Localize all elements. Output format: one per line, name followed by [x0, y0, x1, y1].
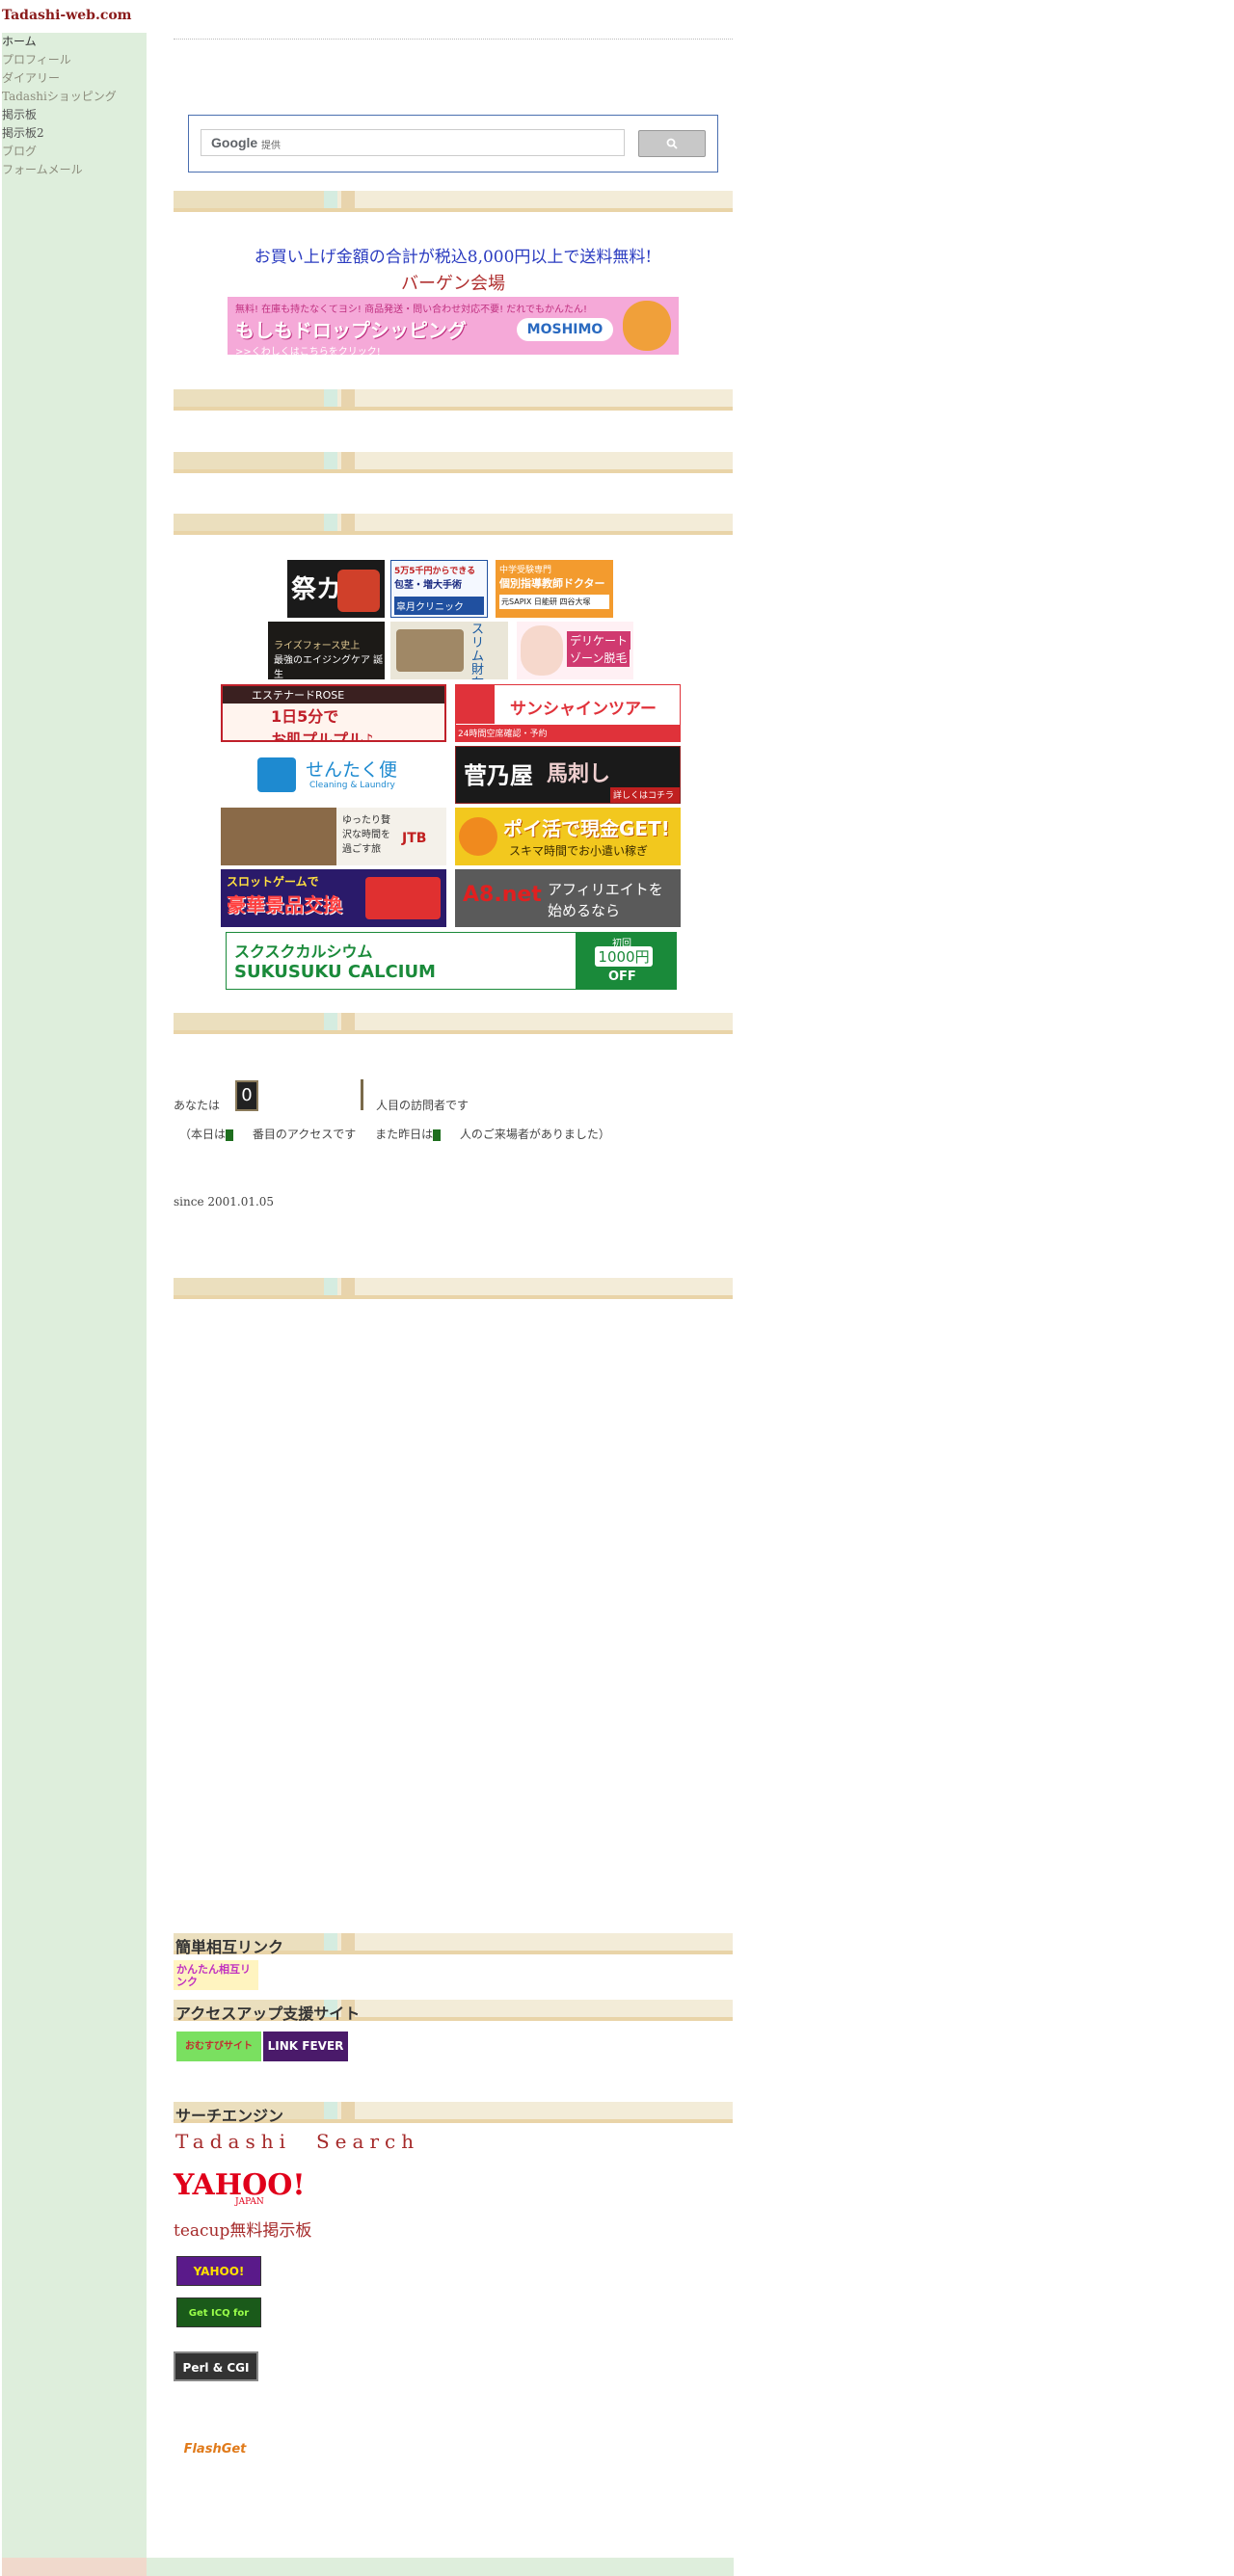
- google-logo: Google: [211, 135, 258, 150]
- shirt-icon: [257, 757, 296, 792]
- nav-item-diary[interactable]: ダイアリー: [2, 69, 147, 88]
- link-fever-badge[interactable]: LINK FEVER: [263, 2032, 348, 2061]
- moshimo-logo: MOSHIMO: [517, 318, 613, 341]
- search-engine-header: サーチエンジン: [174, 2102, 733, 2125]
- search-input[interactable]: Google 提供: [201, 129, 625, 156]
- nav-item-formmail[interactable]: フォームメール: [2, 161, 147, 179]
- visitor-counter: 0: [235, 1080, 258, 1111]
- today-count-line: （本日は 番目のアクセスです また昨日は 人のご来場者がありました）: [179, 1128, 610, 1141]
- satsuki-clinic-banner[interactable]: 5万5千円からできる 包茎・増大手術 皐月クリニック: [390, 560, 488, 618]
- free-shipping-notice: お買い上げ金額の合計が税込8,000円以上で送料無料!: [254, 248, 653, 267]
- access-up-header: アクセスアップ支援サイト: [174, 2000, 733, 2023]
- section-band: [174, 1278, 733, 1299]
- nav-item-shopping[interactable]: Tadashiショッピング: [2, 88, 147, 106]
- yesterday-counter: [433, 1129, 442, 1141]
- section-band: [174, 191, 733, 212]
- slim-wallet-banner[interactable]: スリム財布: [390, 622, 508, 679]
- sukusuku-calcium-banner[interactable]: スクスクカルシウム SUKUSUKU CALCIUM 初回 1000円 OFF: [226, 932, 677, 990]
- nav-item-profile[interactable]: プロフィール: [2, 51, 147, 69]
- omusubi-badge[interactable]: おむすびサイト: [176, 2032, 261, 2061]
- main-footer: [147, 2558, 734, 2576]
- today-counter: [226, 1129, 234, 1141]
- perl-cgi-badge[interactable]: Perl & CGI: [174, 2351, 258, 2381]
- a8-net-banner[interactable]: A8.net アフィリエイトを 始めるなら: [455, 869, 681, 927]
- tadashi-search-link[interactable]: Tadashi Search: [175, 2126, 419, 2154]
- counter-prefix: あなたは: [174, 1099, 221, 1112]
- teacup-bbs-link[interactable]: teacup無料掲示板: [174, 2217, 311, 2241]
- delicate-zone-banner[interactable]: デリケート ゾーン脱毛: [517, 622, 633, 679]
- section-band: [174, 1013, 733, 1034]
- section-band: [174, 514, 733, 535]
- search-icon: [666, 138, 678, 149]
- kantan-link-badge[interactable]: かんたん相互リンク: [174, 1960, 258, 1990]
- nav-item-home[interactable]: ホーム: [2, 33, 147, 51]
- mutual-links-header: 簡単相互リンク: [174, 1933, 733, 1956]
- kani-banner[interactable]: 祭カニ: [287, 560, 385, 618]
- since-date: since 2001.01.05: [174, 1195, 275, 1208]
- counter-end-bar: [361, 1079, 363, 1110]
- section-band: [174, 389, 733, 411]
- poikatsu-banner[interactable]: ポイ活で現金GET! スキマ時間でお小遣い稼ぎ: [455, 808, 681, 865]
- flashget-badge[interactable]: FlashGet: [176, 2435, 254, 2464]
- nav-item-bbs[interactable]: 掲示板: [2, 106, 147, 124]
- nav-item-bbs2[interactable]: 掲示板2: [2, 124, 147, 143]
- sidebar-nav: ホーム プロフィール ダイアリー Tadashiショッピング 掲示板 掲示板2 …: [2, 33, 147, 179]
- get-icq-badge[interactable]: Get ICQ for Free: [176, 2297, 261, 2327]
- esthenard-rose-banner[interactable]: エステナードROSE 1日5分で お肌プルプル♪: [221, 684, 446, 742]
- mascot-icon: [623, 301, 671, 351]
- nav-item-blog[interactable]: ブログ: [2, 143, 147, 161]
- sunshine-tour-banner[interactable]: サンシャインツアー 24時間空席確認・予約: [455, 684, 681, 742]
- moshimo-banner[interactable]: 無料! 在庫も持たなくてヨシ! 商品発送・問い合わせ対応不要! だれでもかんたん…: [228, 297, 679, 355]
- yahoo-games-badge[interactable]: YAHOO! Games: [176, 2256, 261, 2286]
- site-search: Google 提供: [188, 115, 718, 173]
- counter-suffix: 人目の訪問者です: [376, 1099, 469, 1112]
- jtb-banner[interactable]: ゆったり贅沢な時間を過ごす旅 JTB: [221, 808, 446, 865]
- slot-game-banner[interactable]: スロットゲームで 豪華景品交換: [221, 869, 446, 927]
- search-button[interactable]: [638, 130, 706, 157]
- kobetsu-doctor-banner[interactable]: 中学受験専門 個別指導教師ドクター 元SAPIX 日能研 四谷大塚: [496, 560, 613, 618]
- section-band: [174, 452, 733, 473]
- sugaya-basashi-banner[interactable]: 菅乃屋 馬刺し 詳しくはコチラ >>: [455, 746, 681, 804]
- search-provider-label: 提供: [261, 141, 281, 151]
- sidebar: ホーム プロフィール ダイアリー Tadashiショッピング 掲示板 掲示板2 …: [2, 33, 147, 2558]
- site-title[interactable]: Tadashi-web.com: [2, 8, 132, 23]
- top-divider: [174, 39, 733, 40]
- bargain-link[interactable]: バーゲン会場: [174, 270, 733, 295]
- riseforce-banner[interactable]: ライズフォース史上 最強のエイジングケア 誕生: [268, 622, 385, 679]
- sidebar-footer: [2, 2558, 147, 2576]
- sentaku-bin-banner[interactable]: せんたく便 Cleaning & Laundry: [221, 746, 446, 804]
- yahoo-japan-logo[interactable]: YAHOO! JAPAN: [174, 2168, 306, 2207]
